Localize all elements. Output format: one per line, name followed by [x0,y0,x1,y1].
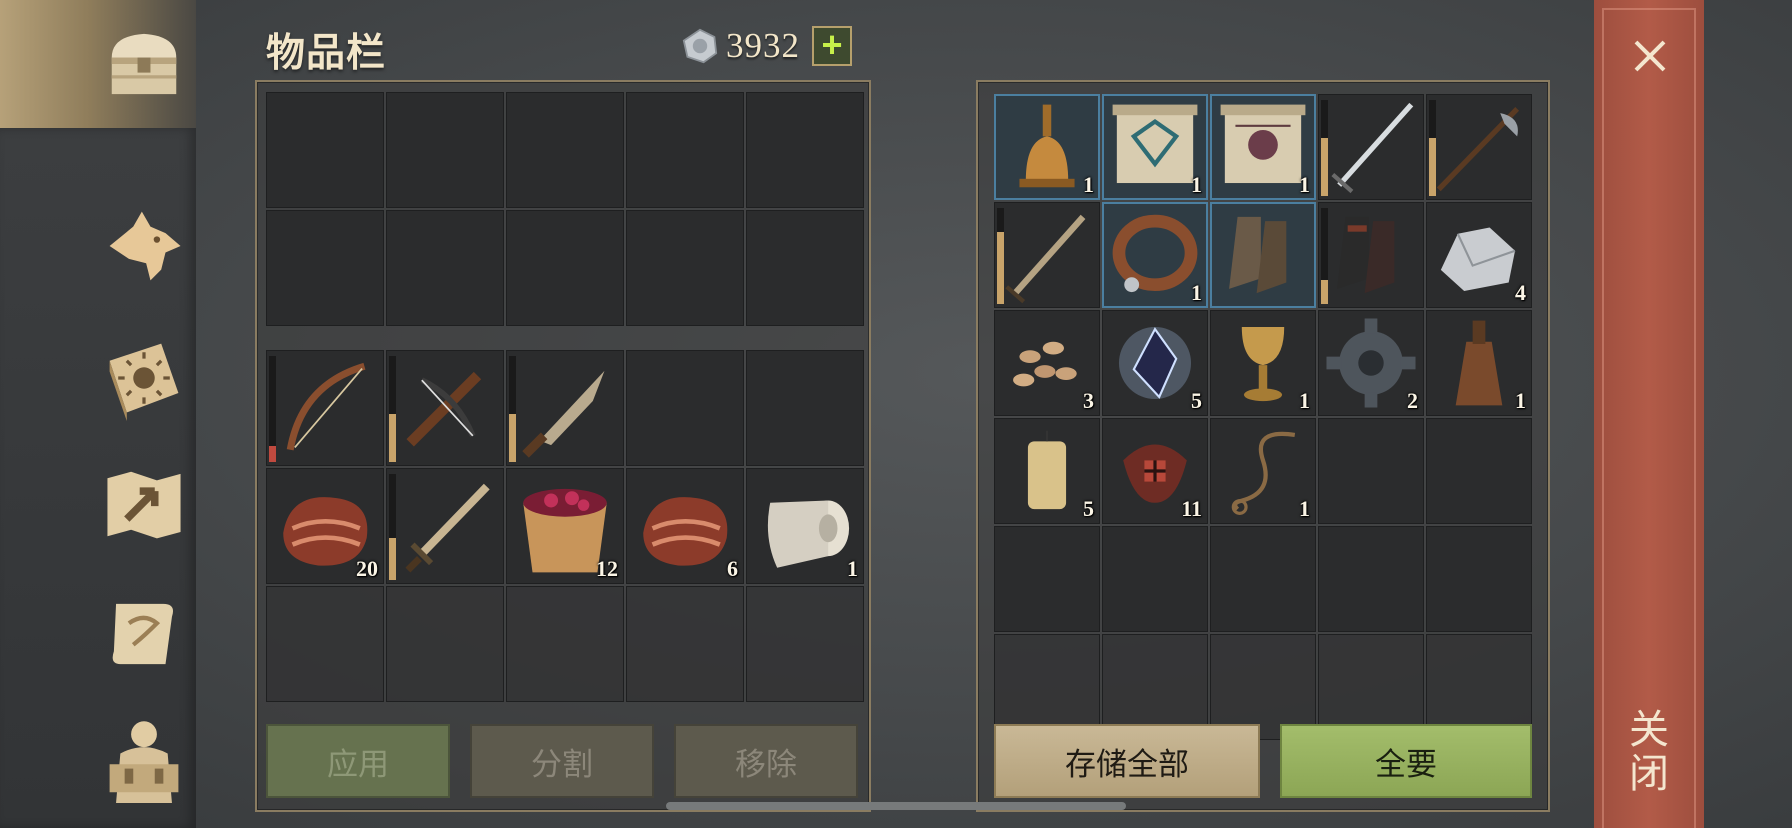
item-quantity: 1 [1083,172,1094,197]
item-quantity: 1 [1191,172,1202,197]
item-quantity: 1 [1299,172,1310,197]
empty-slot[interactable] [746,92,864,208]
item-slot[interactable] [506,350,624,466]
nav-journal-scroll-icon[interactable] [96,586,192,682]
empty-slot[interactable] [386,586,504,702]
item-slot[interactable]: 1 [1102,94,1208,200]
remove-button[interactable]: 移除 [674,724,858,798]
close-bar-frame [1602,8,1696,828]
empty-slot[interactable] [266,210,384,326]
item-slot[interactable]: 1 [1210,94,1316,200]
nav-character-backpack-icon[interactable] [96,712,192,808]
empty-slot[interactable] [386,92,504,208]
empty-slot[interactable] [626,210,744,326]
item-quantity: 5 [1191,388,1202,413]
item-slot[interactable]: 1 [1210,310,1316,416]
close-label: 关闭 [1622,708,1668,796]
item-slot[interactable]: 1 [1102,202,1208,308]
empty-slot[interactable] [626,92,744,208]
item-slot[interactable]: 3 [994,310,1100,416]
item-slot[interactable]: 2 [1318,310,1424,416]
empty-slot[interactable] [386,210,504,326]
item-slot[interactable]: 5 [1102,310,1208,416]
item-quantity: 1 [1299,496,1310,521]
empty-slot[interactable] [506,92,624,208]
item-slot[interactable] [1210,202,1316,308]
currency-display: 3932 + [682,26,852,66]
player-items-grid: 20 12 6 1 [266,350,864,702]
item-quantity: 3 [1083,388,1094,413]
empty-slot[interactable] [1318,418,1424,524]
player-storage-grid [266,92,864,326]
split-button[interactable]: 分割 [470,724,654,798]
empty-slot[interactable] [1210,526,1316,632]
home-indicator [666,802,1126,810]
nav-skills-sun-book-icon[interactable] [96,330,192,426]
apply-button[interactable]: 应用 [266,724,450,798]
empty-slot[interactable] [746,350,864,466]
store-all-button[interactable]: 存储全部 [994,724,1260,798]
empty-slot[interactable] [746,210,864,326]
item-slot[interactable] [1318,94,1424,200]
item-slot[interactable]: 1 [1210,418,1316,524]
item-slot[interactable]: 6 [626,468,744,584]
empty-slot[interactable] [266,92,384,208]
close-panel-button[interactable]: 关闭 [1594,0,1704,828]
item-slot[interactable]: 20 [266,468,384,584]
item-quantity: 11 [1181,496,1202,521]
item-slot[interactable]: 12 [506,468,624,584]
item-quantity: 20 [356,556,378,581]
item-slot[interactable]: 1 [1426,310,1532,416]
item-slot[interactable]: 4 [1426,202,1532,308]
empty-slot[interactable] [1102,526,1208,632]
empty-slot[interactable] [626,586,744,702]
item-slot[interactable] [386,350,504,466]
item-quantity: 5 [1083,496,1094,521]
empty-slot[interactable] [1426,418,1532,524]
item-quantity: 1 [1299,388,1310,413]
empty-slot[interactable] [626,350,744,466]
close-icon[interactable] [1630,36,1670,76]
item-slot[interactable]: 5 [994,418,1100,524]
add-coins-button[interactable]: + [812,26,852,66]
take-all-button[interactable]: 全要 [1280,724,1532,798]
side-nav [0,0,196,828]
item-quantity: 4 [1515,280,1526,305]
item-quantity: 1 [1515,388,1526,413]
empty-slot[interactable] [266,586,384,702]
item-slot[interactable] [994,202,1100,308]
item-slot[interactable]: 11 [1102,418,1208,524]
item-quantity: 6 [727,556,738,581]
item-slot[interactable] [1426,94,1532,200]
item-quantity: 1 [847,556,858,581]
item-slot[interactable] [1318,202,1424,308]
empty-slot[interactable] [994,526,1100,632]
empty-slot[interactable] [1426,526,1532,632]
coin-count: 3932 [726,26,800,65]
nav-animals-wolf-icon[interactable] [96,198,192,294]
item-slot[interactable]: 1 [994,94,1100,200]
empty-slot[interactable] [506,210,624,326]
nav-map-icon[interactable] [96,456,192,552]
chest-items-grid: 1 1 1 1 4 3 5 1 2 1 5 11 1 [994,94,1532,740]
empty-slot[interactable] [746,586,864,702]
silver-coin-icon [682,28,718,64]
nav-inventory-chest-icon[interactable] [96,16,192,112]
page-title: 物品栏 [266,31,387,76]
item-slot[interactable]: 1 [746,468,864,584]
item-quantity: 1 [1191,280,1202,305]
empty-slot[interactable] [506,586,624,702]
item-quantity: 2 [1407,388,1418,413]
item-slot[interactable] [266,350,384,466]
empty-slot[interactable] [1318,526,1424,632]
item-quantity: 12 [596,556,618,581]
item-slot[interactable] [386,468,504,584]
